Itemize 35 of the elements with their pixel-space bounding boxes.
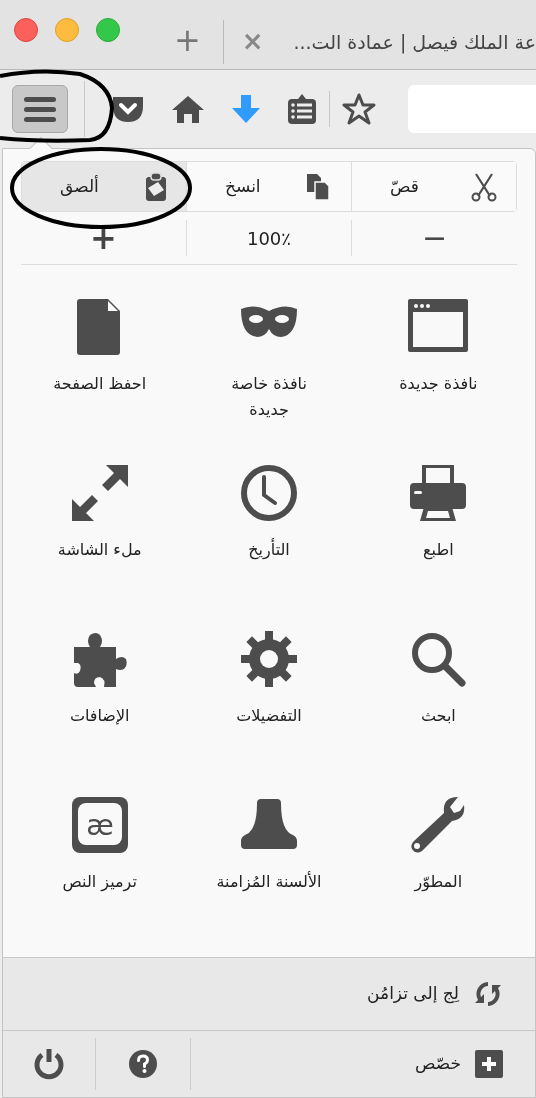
menu-item[interactable]: التفضيلات [184, 625, 354, 792]
copy-button[interactable]: انسخ [187, 162, 352, 212]
close-window-icon[interactable] [14, 18, 38, 42]
expand-arrows-icon [69, 463, 130, 524]
menu-item[interactable]: اطبع [353, 459, 523, 626]
tab-title[interactable]: عة الملك فيصل | عمادة الت... [293, 28, 536, 57]
power-icon [33, 1047, 65, 1080]
help-icon [129, 1049, 157, 1078]
cut-button[interactable]: قصّ [352, 162, 516, 212]
plus-square-icon [475, 1049, 503, 1078]
menu-item[interactable]: ابحث [353, 625, 523, 792]
star-icon[interactable] [342, 93, 376, 125]
scissors-icon [470, 171, 498, 202]
zoom-level[interactable]: 100٪ [186, 224, 352, 252]
gear-icon [239, 629, 299, 690]
menu-item[interactable]: التأريخ [184, 459, 354, 626]
menu-item[interactable]: نافذة خاصة جديدة [184, 293, 354, 460]
text-encoding-icon: æ [69, 795, 130, 856]
menu-item[interactable]: نافذة جديدة [353, 293, 523, 460]
home-icon[interactable] [171, 94, 205, 124]
sync-sign-in-item[interactable]: لِج إلى تزامُن [3, 957, 535, 1030]
menu-item[interactable]: الإضافات [15, 625, 185, 792]
pocket-icon[interactable] [111, 94, 145, 124]
zoom-out-button[interactable]: − [352, 223, 517, 254]
clipboard-icon [144, 171, 168, 202]
clock-icon [239, 463, 299, 524]
menu-item[interactable]: احفظ الصفحة [15, 293, 185, 460]
zoom-in-button[interactable]: + [21, 222, 186, 255]
menu-item[interactable]: ملء الشاشة [15, 459, 185, 626]
menu-button[interactable] [12, 85, 68, 133]
paste-button[interactable]: ألصق [22, 162, 187, 212]
printer-icon [408, 463, 469, 524]
list-icon[interactable] [287, 93, 317, 125]
menu-item[interactable]: المطوّر [353, 791, 523, 958]
menu-item[interactable]: الألسنة المُزامنة [184, 791, 354, 958]
